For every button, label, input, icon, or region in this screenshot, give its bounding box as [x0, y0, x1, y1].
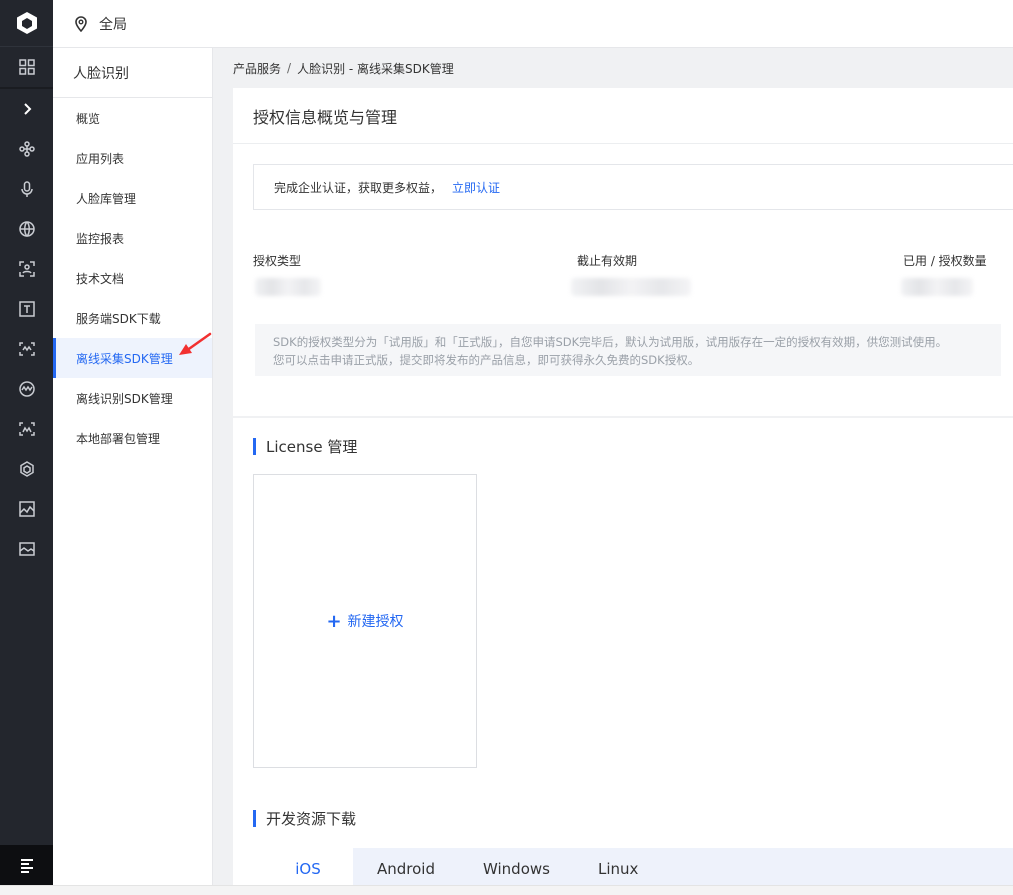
sidebar-item-monitor-report[interactable]: 监控报表 — [53, 218, 212, 258]
breadcrumb-root[interactable]: 产品服务 — [233, 60, 281, 77]
annotation-arrow-icon — [179, 332, 212, 355]
body-scan-icon[interactable] — [0, 409, 53, 449]
section-accent-bar — [253, 809, 256, 827]
landscape-icon[interactable] — [0, 529, 53, 569]
region-scope-selector[interactable]: 全局 — [99, 14, 127, 34]
notice-text: 完成企业认证，获取更多权益， — [274, 180, 443, 195]
text-box-icon[interactable] — [0, 289, 53, 329]
downloads-section-title: 开发资源下载 — [253, 808, 356, 828]
top-header: 全局 — [53, 0, 1013, 48]
sidebar-item-tech-docs[interactable]: 技术文档 — [53, 258, 212, 298]
tab-ios[interactable]: iOS — [263, 848, 353, 885]
scan-icon[interactable] — [0, 249, 53, 289]
downloads-card: 开发资源下载 iOS Android Windows Linux — [233, 790, 1013, 885]
vr-icon[interactable] — [0, 369, 53, 409]
license-type-hint: SDK的授权类型分为「试用版」和「正式版」，自您申请SDK完毕后，默认为试用版，… — [255, 324, 1001, 376]
breadcrumb-current: 人脸识别 - 离线采集SDK管理 — [297, 61, 454, 76]
verify-now-link[interactable]: 立即认证 — [452, 179, 500, 196]
redacted-usage — [901, 278, 973, 296]
stat-license-type-label: 授权类型 — [253, 254, 302, 268]
sidebar-item-offline-recognition-sdk[interactable]: 离线识别SDK管理 — [53, 378, 212, 418]
tab-linux[interactable]: Linux — [574, 848, 662, 885]
tab-windows[interactable]: Windows — [459, 848, 574, 885]
platform-tabs: iOS Android Windows Linux — [263, 848, 1013, 885]
sidebar-item-local-deploy[interactable]: 本地部署包管理 — [53, 418, 212, 458]
microphone-icon[interactable] — [0, 169, 53, 209]
license-title-text: License 管理 — [266, 437, 358, 456]
chevron-right-icon[interactable] — [0, 89, 53, 129]
enterprise-auth-notice: 完成企业认证，获取更多权益， 立即认证 — [253, 164, 1013, 210]
section-accent-bar — [253, 437, 256, 455]
breadcrumb: 产品服务 / 人脸识别 - 离线采集SDK管理 — [213, 48, 1013, 88]
downloads-title-text: 开发资源下载 — [266, 809, 357, 828]
logo-icon[interactable] — [0, 0, 53, 47]
sidebar-item-app-list[interactable]: 应用列表 — [53, 138, 212, 178]
license-overview-card: 授权信息概览与管理 完成企业认证，获取更多权益， 立即认证 授权类型 截止有效期… — [233, 88, 1013, 416]
tab-android[interactable]: Android — [353, 848, 459, 885]
new-license-label: 新建授权 — [347, 614, 404, 630]
location-pin-icon — [75, 15, 87, 32]
sidebar-title: 人脸识别 — [53, 48, 212, 98]
cube-icon[interactable] — [0, 449, 53, 489]
plus-icon: + — [326, 610, 342, 632]
license-management-card: License 管理 + 新建授权 — [233, 418, 1013, 790]
image-icon[interactable] — [0, 489, 53, 529]
product-rail — [0, 0, 53, 885]
nodes-icon[interactable] — [0, 129, 53, 169]
overview-title: 授权信息概览与管理 — [233, 88, 1013, 144]
license-section-title: License 管理 — [253, 436, 357, 456]
menu-icon[interactable] — [0, 845, 53, 885]
stat-expiry-label: 截止有效期 — [577, 254, 638, 268]
redacted-expiry — [571, 278, 691, 296]
hint-line-1: SDK的授权类型分为「试用版」和「正式版」，自您申请SDK完毕后，默认为试用版，… — [273, 335, 948, 349]
breadcrumb-separator: / — [287, 61, 292, 75]
sidebar-item-face-library[interactable]: 人脸库管理 — [53, 178, 212, 218]
product-sidebar: 人脸识别 概览 应用列表 人脸库管理 监控报表 技术文档 服务端SDK下载 离线… — [53, 48, 213, 885]
window-bottom-edge — [0, 885, 1013, 895]
face-scan-icon[interactable] — [0, 329, 53, 369]
main-content: 产品服务 / 人脸识别 - 离线采集SDK管理 授权信息概览与管理 完成企业认证… — [213, 48, 1013, 885]
sidebar-item-overview[interactable]: 概览 — [53, 98, 212, 138]
new-license-button[interactable]: + 新建授权 — [253, 474, 477, 768]
redacted-license-type — [255, 278, 321, 296]
hint-line-2: 您可以点击申请正式版，提交即将发布的产品信息，即可获得永久免费的SDK授权。 — [273, 353, 700, 367]
globe-icon[interactable] — [0, 209, 53, 249]
grid-icon[interactable] — [0, 47, 53, 87]
stat-usage-label: 已用 / 授权数量 — [903, 254, 987, 268]
